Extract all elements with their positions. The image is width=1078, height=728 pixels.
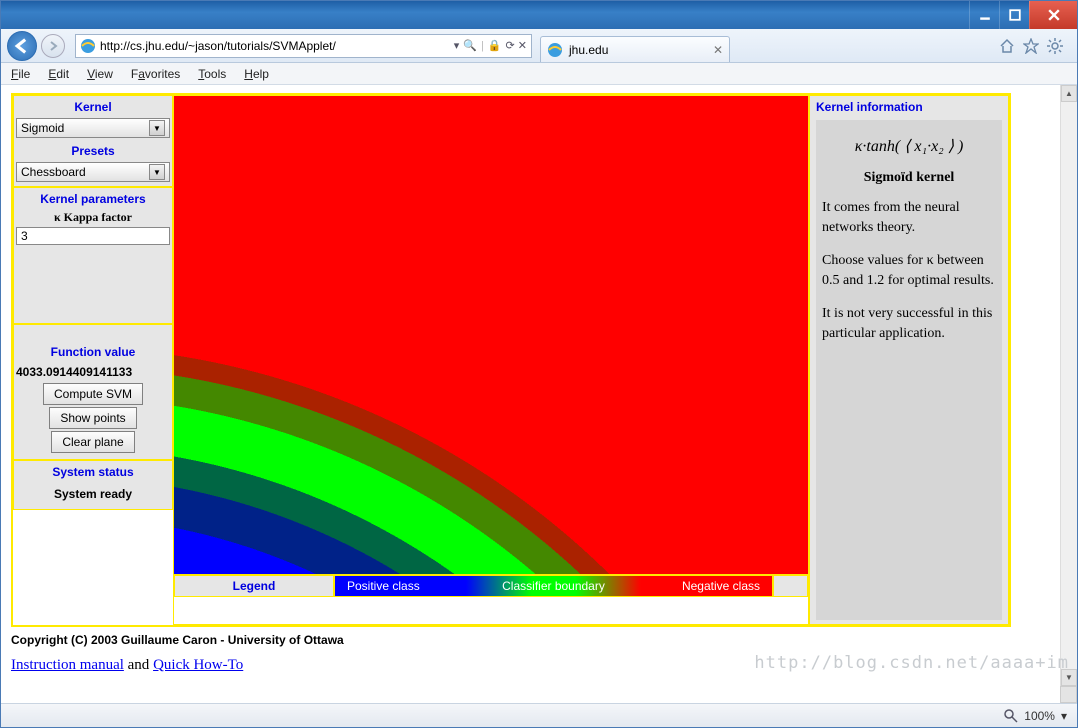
forward-button[interactable] — [41, 34, 65, 58]
gear-icon[interactable] — [1047, 38, 1063, 54]
tab-title: jhu.edu — [569, 43, 608, 57]
close-button[interactable] — [1029, 1, 1077, 29]
menu-edit[interactable]: Edit — [48, 67, 69, 81]
presets-heading: Presets — [16, 144, 170, 158]
kernel-heading: Kernel — [16, 100, 170, 114]
footer-links: Instruction manual and Quick How-To — [11, 657, 1067, 674]
page-content: Kernel Sigmoid ▼ Presets Chessboard ▼ Ke… — [1, 85, 1077, 703]
zoom-dropdown-icon[interactable]: ▾ — [1061, 709, 1067, 723]
svm-applet: Kernel Sigmoid ▼ Presets Chessboard ▼ Ke… — [11, 93, 1011, 627]
kappa-label: κ Kappa factor — [16, 210, 170, 225]
kernel-panel: Kernel Sigmoid ▼ Presets Chessboard ▼ — [13, 95, 173, 187]
legend-pad — [773, 575, 808, 597]
instruction-manual-link[interactable]: Instruction manual — [11, 657, 124, 673]
browser-tab[interactable]: jhu.edu ✕ — [540, 36, 730, 62]
zoom-icon[interactable] — [1004, 709, 1018, 723]
back-button[interactable] — [7, 31, 37, 61]
status-heading: System status — [16, 465, 170, 479]
menu-help[interactable]: Help — [244, 67, 269, 81]
kernel-formula: κ·tanh( ⟨ x₁·x₂ ⟩ ) — [822, 136, 996, 156]
info-p3: It is not very successful in this partic… — [822, 304, 996, 343]
chevron-down-icon: ▼ — [149, 164, 165, 180]
show-points-button[interactable]: Show points — [49, 407, 136, 429]
dropdown-icon[interactable]: ▾ — [454, 39, 460, 52]
copyright-text: Copyright (C) 2003 Guillaume Caron - Uni… — [11, 633, 1067, 647]
kappa-input[interactable] — [16, 227, 170, 245]
clear-plane-button[interactable]: Clear plane — [51, 431, 134, 453]
vertical-scrollbar[interactable]: ▲ ▼ — [1060, 85, 1077, 703]
search-icon[interactable]: 🔍 — [463, 39, 477, 52]
zoom-level[interactable]: 100% — [1024, 709, 1055, 723]
legend-negative: Negative class — [682, 579, 760, 593]
chevron-down-icon: ▼ — [149, 120, 165, 136]
compute-svm-button[interactable]: Compute SVM — [43, 383, 143, 405]
favorites-icon[interactable] — [1023, 38, 1039, 54]
menu-bar: File Edit View Favorites Tools Help — [1, 63, 1077, 85]
menu-file[interactable]: File — [11, 67, 30, 81]
status-bar: 100% ▾ — [1, 703, 1077, 727]
fn-value: 4033.0914409141133 — [16, 363, 170, 381]
minimize-button[interactable] — [969, 1, 999, 29]
params-heading: Kernel parameters — [16, 192, 170, 206]
scroll-down-icon[interactable]: ▼ — [1061, 669, 1077, 686]
kernel-info-panel: Kernel information κ·tanh( ⟨ x₁·x₂ ⟩ ) S… — [809, 95, 1009, 625]
lock-icon: 🔒 — [488, 39, 502, 52]
menu-tools[interactable]: Tools — [198, 67, 226, 81]
legend-boundary: Classifier boundary — [502, 579, 605, 593]
refresh-icon[interactable]: ⟳ ✕ — [506, 39, 528, 52]
address-bar[interactable]: ▾ 🔍 | 🔒 ⟳ ✕ — [75, 34, 532, 58]
scroll-up-icon[interactable]: ▲ — [1061, 85, 1077, 102]
legend-heading: Legend — [174, 575, 334, 597]
info-heading: Kernel information — [816, 100, 1002, 114]
ie-icon — [80, 38, 96, 54]
kernel-params-panel: Kernel parameters κ Kappa factor — [13, 187, 173, 324]
kernel-select[interactable]: Sigmoid ▼ — [16, 118, 170, 138]
url-input[interactable] — [100, 39, 450, 53]
tab-close-icon[interactable]: ✕ — [713, 43, 723, 57]
fn-heading: Function value — [16, 345, 170, 359]
window-titlebar — [1, 1, 1077, 29]
ie-icon — [547, 42, 563, 58]
system-status-panel: System status System ready — [13, 460, 173, 510]
presets-select-value: Chessboard — [21, 165, 86, 179]
info-p2: Choose values for κ between 0.5 and 1.2 … — [822, 251, 996, 290]
maximize-button[interactable] — [999, 1, 1029, 29]
classifier-visualization[interactable] — [174, 96, 808, 574]
quick-howto-link[interactable]: Quick How-To — [153, 657, 243, 673]
resize-grip[interactable] — [1060, 686, 1077, 703]
presets-select[interactable]: Chessboard ▼ — [16, 162, 170, 182]
menu-view[interactable]: View — [87, 67, 113, 81]
kernel-title: Sigmoïd kernel — [822, 170, 996, 186]
function-value-panel: Function value 4033.0914409141133 Comput… — [13, 324, 173, 460]
browser-nav-row: ▾ 🔍 | 🔒 ⟳ ✕ jhu.edu ✕ — [1, 29, 1077, 63]
info-p1: It comes from the neural networks theory… — [822, 198, 996, 237]
legend-positive: Positive class — [347, 579, 420, 593]
status-text: System ready — [16, 483, 170, 505]
menu-favorites[interactable]: Favorites — [131, 67, 180, 81]
kernel-select-value: Sigmoid — [21, 121, 64, 135]
home-icon[interactable] — [999, 38, 1015, 54]
address-bar-actions: ▾ 🔍 | 🔒 ⟳ ✕ — [454, 39, 527, 52]
legend-gradient: Positive class Classifier boundary Negat… — [334, 575, 773, 597]
